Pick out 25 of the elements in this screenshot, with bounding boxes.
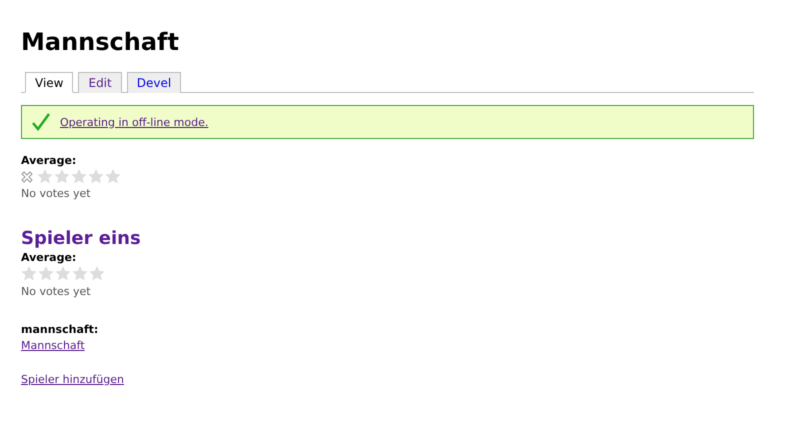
page-title: Mannschaft [21,28,180,56]
tab[interactable]: Edit [78,72,122,93]
vote-status: No votes yet [21,186,92,200]
checkmark-icon [32,113,50,131]
star-icon[interactable] [37,169,53,184]
star-icon[interactable] [21,266,37,280]
message-link[interactable]: Operating in off-line mode. [60,116,208,128]
star-icon[interactable] [71,169,87,184]
star-icon[interactable] [88,169,104,184]
star-icon[interactable] [89,266,105,280]
add-player-link[interactable]: Spieler hinzufügen [21,372,124,386]
star-icon[interactable] [38,266,54,280]
star-icon[interactable] [54,169,70,184]
star-icon[interactable] [72,266,88,280]
node-title[interactable]: Spieler eins [21,228,754,248]
rating-label: Average: [21,250,78,264]
tab[interactable]: Devel [126,72,182,93]
field-label: mannschaft: [21,322,100,336]
star-icon[interactable] [55,266,71,280]
cancel-icon[interactable] [21,170,33,182]
star-icon[interactable] [105,169,121,184]
rating-label: Average: [21,154,78,167]
vote-status: No votes yet [21,284,92,298]
team-link[interactable]: Mannschaft [21,338,85,352]
tab[interactable]: View [25,72,74,93]
